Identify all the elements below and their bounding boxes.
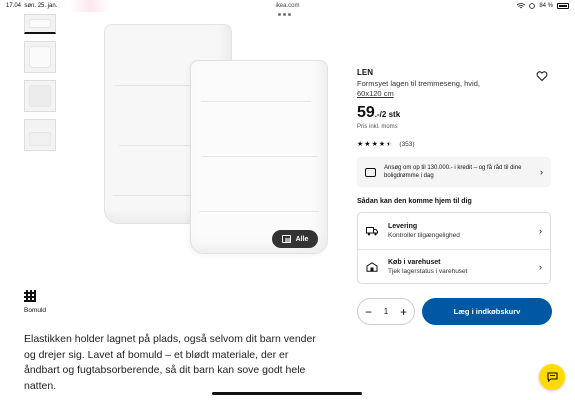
view-all-images-button[interactable]: Alle [272, 230, 318, 248]
delivery-option-store[interactable]: Køb i varehuset Tjek lagerstatus i vareh… [358, 249, 550, 284]
delivery-option-levering[interactable]: Levering Kontroller tilgængelighed › [358, 213, 550, 248]
chevron-right-icon: › [539, 225, 542, 236]
gallery-icon [281, 235, 291, 243]
delivery-option-subtitle: Tjek lagerstatus i varehuset [388, 268, 468, 275]
star-icon: ★ [371, 141, 378, 148]
home-indicator[interactable] [212, 392, 362, 395]
material-label: Bomuld [24, 307, 47, 314]
delivery-option-title: Køb i varehuset [388, 259, 441, 266]
truck-icon [366, 226, 378, 235]
chat-icon [546, 372, 558, 382]
battery-percent: 84 % [539, 3, 553, 9]
rating[interactable]: ★ ★ ★ ★ ★ (353) [357, 140, 415, 149]
address-url[interactable]: ikea.com [0, 3, 575, 9]
thumbnail-3[interactable] [24, 80, 56, 112]
star-icon: ★ [378, 141, 386, 148]
thumbnail-2[interactable] [24, 41, 56, 73]
product-price: 59.-/2 stk [357, 104, 401, 121]
wifi-icon [517, 3, 526, 9]
product-name: LEN [357, 68, 373, 77]
chat-button[interactable] [539, 364, 565, 390]
battery-icon [557, 3, 569, 9]
sheet-front-image [190, 60, 328, 254]
thumbnail-4[interactable] [24, 119, 56, 151]
status-bar: 17.04 søn. 25. jan. ikea.com 84 % [0, 0, 575, 16]
delivery-heading: Sådan kan den komme hjem til dig [357, 198, 472, 205]
credit-offer-text: Ansøg om op til 130.000.- i kredit – og … [384, 165, 522, 179]
price-note: Pris inkl. moms [357, 124, 398, 130]
chevron-right-icon: › [539, 262, 542, 272]
thumbnail-strip [24, 14, 56, 158]
increase-quantity-button[interactable]: + [400, 306, 407, 318]
half-star-icon: ★ [386, 141, 393, 148]
chevron-right-icon: › [540, 167, 543, 177]
credit-offer-banner[interactable]: Ansøg om op til 130.000.- i kredit – og … [357, 157, 551, 187]
rating-count: (353) [399, 140, 415, 148]
credit-card-hand-icon [365, 167, 376, 177]
quantity-stepper: − 1 + [357, 298, 415, 325]
star-icon: ★ [364, 141, 371, 148]
decrease-quantity-button[interactable]: − [365, 306, 372, 318]
material-info: Bomuld [24, 290, 46, 314]
product-size-link[interactable]: 60x120 cm [357, 89, 394, 98]
heart-icon[interactable] [536, 70, 548, 82]
delivery-options: Levering Kontroller tilgængelighed › Køb… [357, 212, 551, 284]
star-icon: ★ [357, 141, 364, 148]
quantity-value[interactable]: 1 [384, 307, 388, 316]
thumbnail-1[interactable] [24, 14, 56, 34]
product-image[interactable] [100, 14, 328, 254]
product-subtitle: Formsyet lagen til tremmeseng, hvid, 60x… [357, 79, 480, 98]
delivery-option-title: Levering [388, 222, 418, 230]
status-icons: 84 % [517, 3, 569, 9]
location-icon [529, 3, 536, 9]
view-all-label: Alle [295, 235, 309, 243]
delivery-option-subtitle: Kontroller tilgængelighed [388, 231, 460, 239]
product-description-text: Elastikken holder lagnet på plads, også … [24, 333, 316, 392]
grid-weave-icon [24, 290, 36, 302]
store-icon [366, 262, 378, 272]
add-to-cart-button[interactable]: Læg i indkøbskurv [422, 298, 552, 325]
